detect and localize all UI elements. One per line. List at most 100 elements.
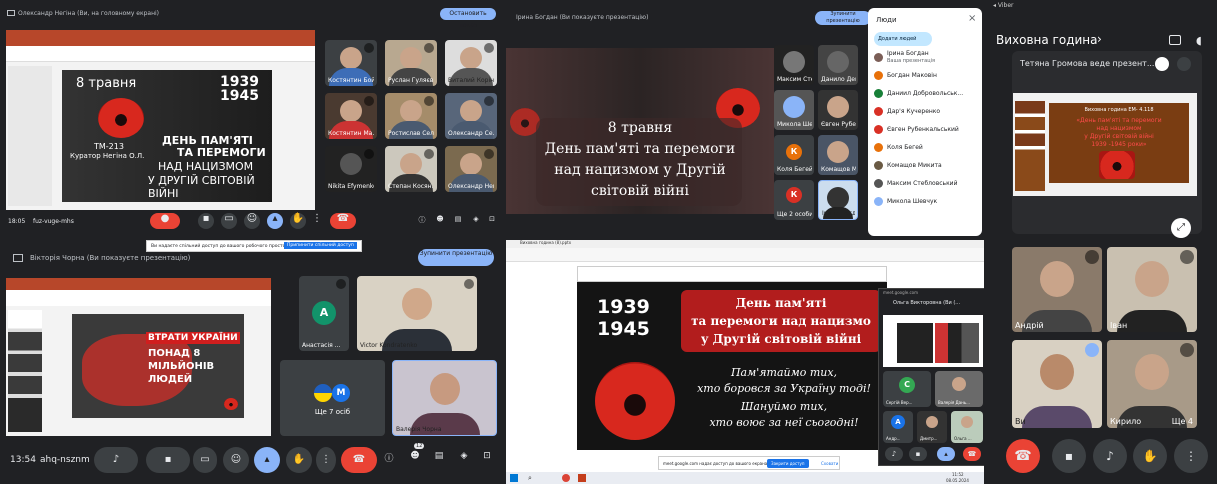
person-row[interactable]: Микола Шевчук bbox=[874, 194, 976, 208]
more-participants-tile[interactable]: М Ще 7 осіб bbox=[280, 360, 385, 436]
participant-tile[interactable]: Олександр Нег... bbox=[445, 146, 497, 192]
participant-tile[interactable]: Комащов Мик... bbox=[818, 135, 858, 175]
person-row[interactable]: Ірина Богдан Ваша презентація bbox=[874, 50, 976, 64]
more-participants-tile[interactable]: К Ще 2 особи bbox=[774, 180, 814, 220]
participant-tile[interactable]: Nikita Efymenko bbox=[325, 146, 377, 192]
raise-hand-button[interactable]: ✋ bbox=[286, 447, 312, 473]
participant-tile[interactable]: Степан Косян... bbox=[385, 146, 437, 192]
add-people-button[interactable]: Додати людей bbox=[874, 32, 932, 46]
meeting-code: ahq-nsznm bbox=[40, 455, 90, 465]
participant-tile[interactable]: Виталий Корін bbox=[445, 40, 497, 86]
activities-icon[interactable]: ◈ bbox=[457, 451, 471, 465]
fullscreen-icon[interactable]: ⤢ bbox=[1171, 218, 1191, 238]
person-row[interactable]: Євген Рубенкальський bbox=[874, 122, 976, 136]
activities-icon[interactable]: ◈ bbox=[470, 215, 482, 227]
captions-button[interactable]: ▭ bbox=[193, 447, 217, 473]
present-button[interactable]: ▴ bbox=[267, 213, 283, 229]
leave-call-button[interactable]: ☎ bbox=[1006, 439, 1040, 473]
powerpoint-icon[interactable] bbox=[578, 474, 586, 482]
present-button[interactable]: ▴ bbox=[254, 447, 280, 473]
participant-tile[interactable]: Валерія Чорна bbox=[392, 360, 497, 436]
camera-switch-icon[interactable] bbox=[1169, 35, 1181, 45]
slide-line-3: НАД НАЦИЗМОМ bbox=[158, 160, 254, 173]
chat-icon[interactable]: ▤ bbox=[452, 215, 464, 227]
more-options-button[interactable]: ⋮ bbox=[312, 213, 322, 229]
chrome-icon[interactable] bbox=[562, 474, 570, 482]
hide-share-button[interactable]: Сховати bbox=[821, 461, 838, 466]
participant-tile[interactable]: Максим Стеб... bbox=[774, 45, 814, 85]
participant-tile[interactable]: Андрій bbox=[1012, 247, 1102, 332]
person-row[interactable]: Комащов Микита bbox=[874, 158, 976, 172]
participant-tile[interactable]: Іван bbox=[1107, 247, 1197, 332]
search-icon[interactable]: ⌕ bbox=[528, 474, 532, 483]
avatar bbox=[400, 47, 422, 70]
mic-button[interactable]: ♪ bbox=[885, 447, 903, 461]
leave-call-button[interactable]: ☎ bbox=[330, 213, 356, 229]
more-participants-label[interactable]: Ще 4 bbox=[1172, 417, 1193, 426]
participant-tile[interactable]: Данило Дейр... bbox=[818, 45, 858, 85]
raise-hand-button[interactable]: ✋ bbox=[290, 213, 306, 229]
stop-presentation-button[interactable]: Зупинити презентацію bbox=[815, 11, 871, 25]
participant-tile[interactable]: Олександр Се... bbox=[445, 93, 497, 139]
emoji-button[interactable]: ☺ bbox=[223, 447, 249, 473]
people-icon[interactable]: ☻ bbox=[434, 215, 446, 227]
camera-button[interactable]: ▪ bbox=[198, 213, 214, 229]
chat-icon[interactable]: ▤ bbox=[432, 451, 446, 465]
person-row[interactable]: Дар'я Кучеренко bbox=[874, 104, 976, 118]
window-title: Виховна година (8).pptx bbox=[520, 240, 572, 245]
more-options-button[interactable]: ⋮ bbox=[1174, 439, 1208, 473]
people-icon[interactable]: ☻ bbox=[408, 451, 422, 465]
person-row[interactable]: Богдан Маковін bbox=[874, 68, 976, 82]
close-icon[interactable]: × bbox=[968, 13, 976, 24]
participant-tile[interactable]: Костянтин Ма... bbox=[325, 93, 377, 139]
participant-tile[interactable]: Дмитр... bbox=[917, 411, 947, 443]
person-row[interactable]: Коля Бегей bbox=[874, 140, 976, 154]
participant-tile[interactable]: Костянтин Бой... bbox=[325, 40, 377, 86]
lock-icon[interactable]: ⊡ bbox=[480, 451, 494, 465]
info-icon[interactable]: ⓘ bbox=[382, 451, 396, 465]
chevron-right-icon[interactable]: › bbox=[1097, 32, 1102, 46]
close-share-button[interactable]: Закрити доступ bbox=[767, 459, 809, 468]
participant-tile[interactable]: Victor Kondratenko bbox=[357, 276, 477, 351]
participant-tile[interactable]: А Андр... bbox=[883, 411, 913, 443]
pin-icon[interactable] bbox=[1155, 57, 1169, 71]
participant-tile[interactable]: К Коля Бегей bbox=[774, 135, 814, 175]
mic-button[interactable]: ♪ bbox=[94, 447, 138, 473]
info-icon[interactable]: ⓘ bbox=[416, 215, 428, 227]
speaker-icon[interactable]: ◖ bbox=[1196, 34, 1202, 47]
participant-tile[interactable]: Ростислав Сел... bbox=[385, 93, 437, 139]
participant-tile[interactable]: С Сергій Вер... bbox=[883, 371, 931, 407]
stop-sharing-button[interactable]: Остановить показ bbox=[440, 8, 496, 29]
present-button[interactable]: ▴ bbox=[937, 447, 955, 461]
participant-tile[interactable]: Кирило Ще 4 bbox=[1107, 340, 1197, 428]
captions-button[interactable]: ▭ bbox=[221, 213, 237, 229]
meet-popup: meet.google.com Ольга Викторовна (Ви (..… bbox=[878, 288, 984, 466]
mic-button[interactable]: ● bbox=[150, 213, 180, 229]
participant-tile[interactable]: Руслан Гуляєв bbox=[385, 40, 437, 86]
more-options-button[interactable]: ⋮ bbox=[316, 447, 336, 473]
person-row[interactable]: Даниил Добровольськ... bbox=[874, 86, 976, 100]
camera-off-button[interactable]: ▪ bbox=[1052, 439, 1086, 473]
participant-tile[interactable]: Ольга ... bbox=[951, 411, 983, 443]
participant-tile[interactable]: Микола Шев... bbox=[774, 90, 814, 130]
stop-presentation-button[interactable]: Зупинити презентацію bbox=[418, 249, 494, 266]
participant-tile[interactable]: Ірина Богдан bbox=[818, 180, 858, 220]
more-icon[interactable] bbox=[1085, 343, 1099, 357]
raise-hand-button[interactable]: ✋ bbox=[1133, 439, 1167, 473]
camera-button[interactable]: ▪ bbox=[146, 447, 190, 473]
participant-tile[interactable]: Євген Рубенк... bbox=[818, 90, 858, 130]
ppt-thumbnails bbox=[1015, 101, 1045, 191]
participant-tile[interactable]: А Анастасія ... bbox=[299, 276, 349, 351]
participant-tile[interactable]: Ви bbox=[1012, 340, 1102, 428]
leave-call-button[interactable]: ☎ bbox=[963, 447, 981, 461]
leave-call-button[interactable]: ☎ bbox=[341, 447, 377, 473]
camera-button[interactable]: ▪ bbox=[909, 447, 927, 461]
person-row[interactable]: Максим Стебловський bbox=[874, 176, 976, 190]
participant-tile[interactable]: Валерія Дань... bbox=[935, 371, 983, 407]
poppy-icon bbox=[595, 362, 675, 440]
stop-sharing-button[interactable]: Припинити спільний доступ bbox=[284, 242, 357, 249]
emoji-button[interactable]: ☺ bbox=[244, 213, 260, 229]
mic-button[interactable]: ♪ bbox=[1093, 439, 1127, 473]
lock-icon[interactable]: ⊡ bbox=[486, 215, 498, 227]
windows-start-icon[interactable] bbox=[510, 474, 518, 482]
